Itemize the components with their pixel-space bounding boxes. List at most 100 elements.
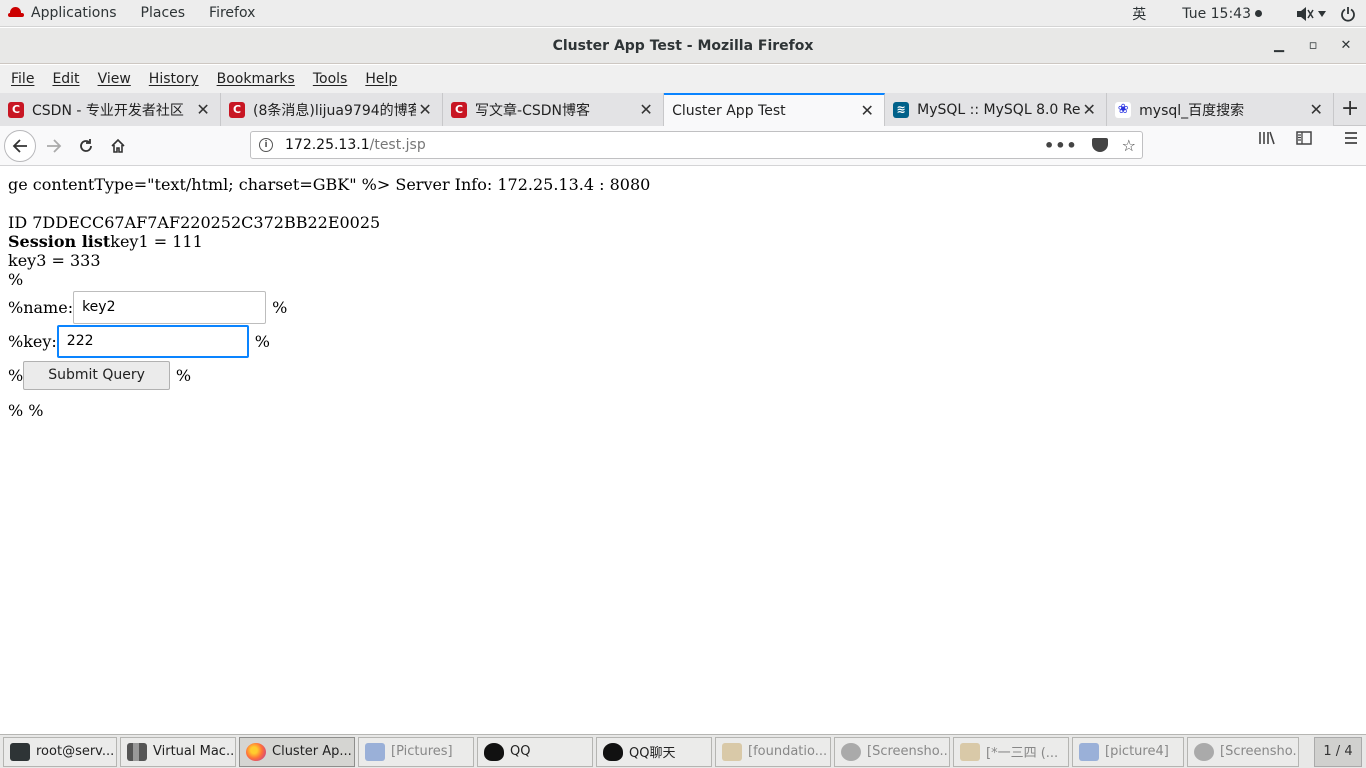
system-menu-arrow-icon[interactable]	[1318, 0, 1336, 27]
url-host: 172.25.13.1	[285, 137, 370, 153]
virt-manager-icon	[127, 742, 147, 761]
taskbar-label: [*一三四 (...	[986, 746, 1059, 761]
session-key1: key1 = 111	[110, 232, 203, 251]
applications-menu[interactable]: Applications	[24, 0, 129, 27]
tab-csdn-write[interactable]: C 写文章-CSDN博客 ✕	[443, 93, 665, 126]
taskbar-qq[interactable]: QQ	[477, 736, 593, 767]
page-content: ge contentType="text/html; charset=GBK" …	[0, 167, 1366, 734]
home-icon	[111, 138, 125, 153]
baidu-paw-favicon-icon: ❀	[1115, 101, 1132, 118]
taskbar-pictures[interactable]: [Pictures]	[358, 736, 474, 767]
navigation-bar: i 172.25.13.1/test.jsp ••• ☆	[0, 126, 1366, 166]
server-info-line: ge contentType="text/html; charset=GBK" …	[8, 175, 651, 194]
back-button[interactable]	[4, 129, 36, 162]
name-input[interactable]	[73, 290, 267, 324]
power-icon[interactable]	[1336, 0, 1366, 27]
volume-icon[interactable]	[1292, 0, 1318, 27]
menu-file[interactable]: File	[2, 71, 43, 87]
menu-edit[interactable]: Edit	[43, 71, 88, 87]
workspace-pager[interactable]: 1 / 4	[1314, 736, 1362, 767]
tab-baidu-search[interactable]: ❀ mysql_百度搜索 ✕	[1107, 93, 1335, 126]
tab-bar: C CSDN - 专业开发者社区 ✕ C (8条消息)lijua9794的博客 …	[0, 93, 1366, 126]
taskbar-label: [foundatio...	[748, 744, 828, 759]
menu-tools[interactable]: Tools	[304, 71, 357, 87]
qq-penguin-icon	[484, 742, 504, 761]
menu-bar: File Edit View History Bookmarks Tools H…	[0, 65, 1366, 93]
taskbar-screenshot-1[interactable]: [Screensho...	[834, 736, 950, 767]
key-input[interactable]	[56, 324, 249, 358]
csdn-favicon-icon: C	[451, 101, 468, 118]
taskbar-picture4[interactable]: [picture4]	[1072, 736, 1184, 767]
clock[interactable]: Tue 15:43	[1170, 0, 1292, 27]
screenshot-icon	[1194, 742, 1214, 761]
menu-view[interactable]: View	[89, 71, 140, 87]
places-menu[interactable]: Places	[129, 0, 198, 27]
window-title: Cluster App Test - Mozilla Firefox	[552, 38, 814, 54]
new-tab-button[interactable]: +	[1334, 93, 1366, 126]
text-editor-icon	[960, 742, 980, 761]
taskbar-label: [Pictures]	[391, 744, 453, 759]
tab-label: (8条消息)lijua9794的博客	[253, 102, 417, 119]
qq-penguin-icon	[603, 742, 623, 761]
tab-csdn-home[interactable]: C CSDN - 专业开发者社区 ✕	[0, 93, 222, 126]
session-key3: key3 = 333	[8, 251, 101, 270]
forward-arrow-icon	[47, 138, 62, 153]
tab-close-icon[interactable]: ✕	[416, 100, 434, 119]
taskbar-label: Virtual Mac...	[153, 744, 236, 759]
minimize-button[interactable]: ▁	[1264, 28, 1294, 64]
menu-bookmarks[interactable]: Bookmarks	[208, 71, 304, 87]
taskbar-foundation[interactable]: [foundatio...	[715, 736, 831, 767]
taskbar-terminal[interactable]: root@serv...	[3, 736, 117, 767]
maximize-button[interactable]: ▫	[1298, 28, 1328, 64]
bookmark-star-icon[interactable]: ☆	[1122, 136, 1136, 155]
taskbar-label: [Screensho...	[1220, 744, 1299, 759]
window-titlebar: Cluster App Test - Mozilla Firefox ▁ ▫ ✕	[0, 28, 1366, 64]
taskbar-virt-manager[interactable]: Virtual Mac...	[120, 736, 236, 767]
forward-button[interactable]	[38, 130, 70, 162]
tab-label: MySQL :: MySQL 8.0 Refe	[917, 101, 1081, 118]
taskbar-screenshot-2[interactable]: [Screensho...	[1187, 736, 1299, 767]
firefox-app-menu[interactable]: Firefox	[197, 0, 267, 27]
submit-query-button[interactable]: Submit Query	[23, 360, 170, 390]
session-id-line: ID 7DDECC67AF7AF220252C372BB22E0025	[8, 213, 381, 232]
input-method-indicator[interactable]: 英	[1120, 0, 1170, 27]
tab-close-icon[interactable]: ✕	[858, 101, 876, 120]
url-bar[interactable]: i 172.25.13.1/test.jsp ••• ☆	[250, 131, 1143, 159]
tab-csdn-blog[interactable]: C (8条消息)lijua9794的博客 ✕	[221, 93, 444, 126]
back-arrow-icon	[12, 138, 27, 153]
sidebar-icon[interactable]	[1296, 130, 1312, 150]
clock-label: Tue 15:43	[1182, 5, 1251, 22]
tab-mysql-reference[interactable]: ≋ MySQL :: MySQL 8.0 Refe ✕	[885, 93, 1108, 126]
pocket-icon[interactable]	[1091, 138, 1108, 152]
library-icon[interactable]	[1258, 130, 1276, 150]
csdn-favicon-icon: C	[229, 101, 246, 118]
url-path: /test.jsp	[369, 137, 426, 153]
session-list-heading: Session list	[8, 232, 111, 251]
close-window-button[interactable]: ✕	[1331, 28, 1361, 64]
tab-label: Cluster App Test	[672, 102, 786, 119]
key-field-suffix: %	[254, 331, 270, 351]
recording-dot-icon	[1255, 10, 1262, 17]
home-button[interactable]	[102, 130, 134, 162]
redhat-logo-icon	[8, 7, 24, 19]
name-field-suffix: %	[272, 297, 288, 317]
folder-icon	[1079, 742, 1099, 761]
reload-button[interactable]	[70, 130, 102, 162]
tab-close-icon[interactable]: ✕	[1080, 100, 1098, 119]
site-info-icon[interactable]: i	[259, 138, 273, 152]
firefox-icon	[246, 742, 266, 761]
taskbar-label: Cluster Ap...	[272, 744, 352, 759]
hamburger-menu-icon[interactable]	[1344, 130, 1358, 150]
tab-close-icon[interactable]: ✕	[637, 100, 655, 119]
menu-history[interactable]: History	[140, 71, 208, 87]
taskbar-text-editor[interactable]: [*一三四 (...	[953, 736, 1069, 767]
document-icon	[722, 742, 742, 761]
page-actions-icon[interactable]: •••	[1044, 136, 1078, 155]
menu-help[interactable]: Help	[356, 71, 406, 87]
tab-close-icon[interactable]: ✕	[194, 100, 212, 119]
taskbar-label: [Screensho...	[867, 744, 950, 759]
taskbar-firefox[interactable]: Cluster Ap...	[239, 736, 355, 767]
tab-cluster-app-test[interactable]: Cluster App Test ✕	[664, 93, 886, 126]
taskbar-qq-chat[interactable]: QQ聊天	[596, 736, 712, 767]
tab-close-icon[interactable]: ✕	[1307, 100, 1325, 119]
